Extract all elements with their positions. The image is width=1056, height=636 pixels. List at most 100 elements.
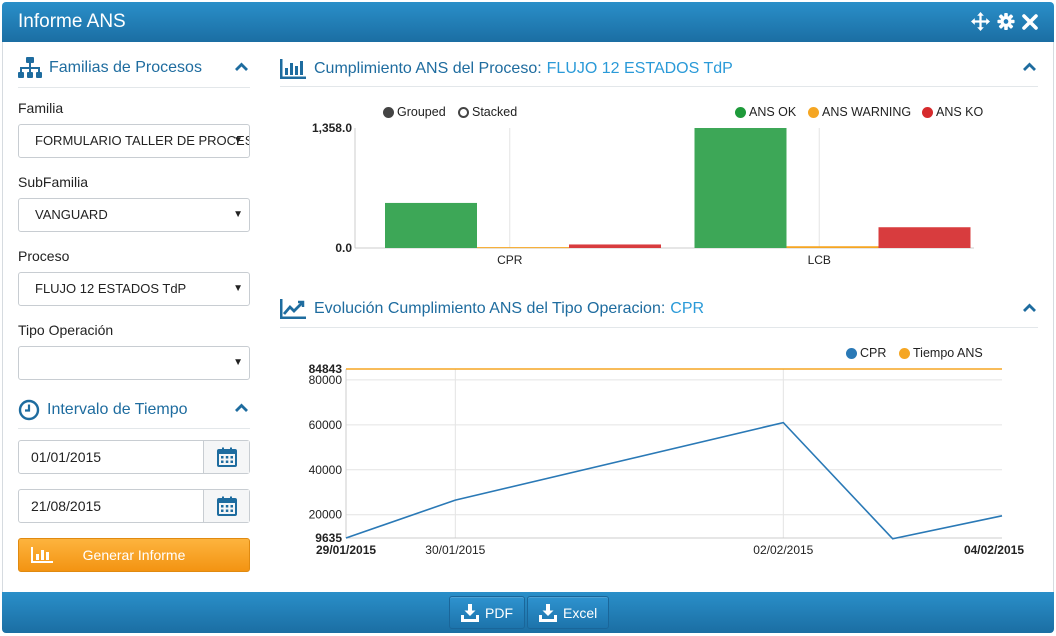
- pdf-label: PDF: [485, 604, 513, 621]
- subfamilia-value: VANGUARD: [35, 207, 108, 222]
- bar-chart: CPR LCB 1,358.0 0.0: [312, 121, 974, 267]
- series-line-cpr: [345, 421, 1003, 540]
- window-title: Informe ANS: [18, 11, 126, 32]
- bar-ans-warning-cpr: [477, 247, 569, 249]
- subfamilia-select[interactable]: VANGUARD ▼: [18, 198, 250, 232]
- tipo-operacion-label: Tipo Operación: [18, 322, 114, 338]
- legend-swatch: [922, 106, 933, 118]
- calendar-icon: [216, 447, 237, 467]
- familias-divider: [18, 87, 250, 88]
- generate-report-label: Generar Informe: [82, 547, 186, 563]
- legend-swatch: [808, 106, 819, 118]
- grouped-label: Grouped: [397, 105, 446, 119]
- dropdown-arrow-icon: ▼: [233, 357, 243, 368]
- legend-label: ANS KO: [936, 105, 984, 119]
- legend-ans-ok[interactable]: ANS OK: [735, 105, 796, 119]
- pdf-export-button[interactable]: PDF: [449, 596, 525, 629]
- bar-ans-ok-cpr: [385, 202, 477, 248]
- chevron-up-icon[interactable]: [1022, 303, 1037, 313]
- line-chart: 2000040000600008000084843963529/01/2015 3…: [309, 362, 1025, 557]
- calendar-icon: [216, 496, 237, 516]
- legend-label: CPR: [860, 346, 887, 360]
- window-titlebar: Informe ANS: [2, 2, 1054, 42]
- generate-report-button[interactable]: Generar Informe: [18, 538, 250, 572]
- bar-ans-warning-lcb: [786, 246, 879, 248]
- x-tick-label: CPR: [497, 253, 523, 267]
- familias-section-header[interactable]: Familias de Procesos: [18, 56, 202, 80]
- legend-ans-warning[interactable]: ANS WARNING: [808, 105, 911, 119]
- legend-label: ANS WARNING: [822, 105, 912, 119]
- bar-panel-title: Cumplimiento ANS del Proceso:: [314, 60, 542, 77]
- clock-icon: [18, 399, 40, 421]
- chevron-up-icon[interactable]: [234, 403, 249, 413]
- x-tick-label: 30/01/2015: [425, 543, 485, 557]
- sitemap-icon: [18, 57, 42, 78]
- chevron-up-icon[interactable]: [1022, 62, 1037, 72]
- date-from-input[interactable]: 01/01/2015: [18, 440, 250, 474]
- proceso-label: Proceso: [18, 248, 70, 264]
- line-panel-divider: [280, 327, 1038, 328]
- familias-title: Familias de Procesos: [49, 59, 202, 76]
- tipo-operacion-select[interactable]: ▼: [18, 346, 250, 380]
- bar-panel-process: FLUJO 12 ESTADOS TdP: [546, 60, 733, 77]
- proceso-select[interactable]: FLUJO 12 ESTADOS TdP ▼: [18, 272, 250, 306]
- familia-select[interactable]: FORMULARIO TALLER DE PROCESOS ▼: [18, 124, 250, 158]
- x-tick-label: 02/02/2015: [753, 543, 813, 557]
- proceso-value: FLUJO 12 ESTADOS TdP: [35, 281, 187, 296]
- bar-ans-ko-cpr: [569, 244, 661, 248]
- download-icon: [461, 603, 479, 622]
- date-to-calendar-button[interactable]: [203, 490, 249, 522]
- bar-chart-icon: [280, 59, 306, 79]
- x-tick-label: 29/01/2015: [316, 543, 376, 557]
- stacked-toggle[interactable]: Stacked: [458, 105, 517, 119]
- bar-ans-ok-lcb: [694, 128, 787, 248]
- close-icon[interactable]: [1022, 12, 1038, 31]
- legend-swatch: [735, 106, 746, 118]
- bar-panel-header[interactable]: Cumplimiento ANS del Proceso: FLUJO 12 E…: [280, 56, 733, 82]
- y-tick-label: 84843: [309, 362, 343, 376]
- line-chart-icon: [280, 299, 306, 319]
- line-panel-header[interactable]: Evolución Cumplimiento ANS del Tipo Oper…: [280, 296, 704, 322]
- legend-swatch: [899, 347, 910, 359]
- y-tick-label: 20000: [309, 508, 343, 522]
- move-icon[interactable]: [971, 12, 990, 31]
- window-tools: [971, 12, 1038, 31]
- gear-icon[interactable]: [997, 12, 1015, 31]
- intervalo-section-header[interactable]: Intervalo de Tiempo: [18, 398, 188, 422]
- radio-filled-icon: [383, 106, 394, 118]
- y-tick-label: 0.0: [335, 241, 352, 255]
- legend-tiempo-ans[interactable]: Tiempo ANS: [899, 346, 983, 360]
- chevron-up-icon[interactable]: [234, 62, 249, 72]
- excel-export-button[interactable]: Excel: [527, 596, 610, 629]
- y-tick-label: 1,358.0: [312, 121, 352, 135]
- dropdown-arrow-icon: ▼: [233, 209, 243, 220]
- subfamilia-label: SubFamilia: [18, 174, 89, 190]
- date-to-value: 21/08/2015: [31, 498, 102, 514]
- date-from-calendar-button[interactable]: [203, 441, 249, 473]
- radio-empty-icon: [458, 106, 469, 118]
- grouped-toggle[interactable]: Grouped: [383, 105, 446, 119]
- stacked-label: Stacked: [472, 105, 518, 119]
- intervalo-divider: [18, 428, 250, 429]
- legend-ans-ko[interactable]: ANS KO: [922, 105, 983, 119]
- line-panel-operation: CPR: [670, 300, 705, 317]
- window-footer: PDF Excel: [2, 592, 1054, 633]
- x-tick-label: LCB: [808, 253, 831, 267]
- legend-label: ANS OK: [749, 105, 797, 119]
- legend-swatch: [846, 347, 857, 359]
- x-tick-label: 04/02/2015: [964, 543, 1024, 557]
- familia-value: FORMULARIO TALLER DE PROCESOS: [35, 133, 250, 148]
- bar-panel-divider: [280, 86, 1038, 87]
- date-to-input[interactable]: 21/08/2015: [18, 489, 250, 523]
- legend-label: Tiempo ANS: [913, 346, 983, 360]
- y-tick-label: 60000: [309, 418, 343, 432]
- date-from-value: 01/01/2015: [31, 449, 102, 465]
- dropdown-arrow-icon: ▼: [233, 283, 243, 294]
- intervalo-title: Intervalo de Tiempo: [47, 401, 188, 418]
- download-icon: [539, 603, 557, 622]
- dropdown-arrow-icon: ▼: [233, 135, 243, 146]
- familia-label: Familia: [18, 100, 64, 116]
- excel-label: Excel: [563, 604, 598, 621]
- legend-cpr[interactable]: CPR: [846, 346, 886, 360]
- bar-ans-ko-lcb: [878, 227, 971, 248]
